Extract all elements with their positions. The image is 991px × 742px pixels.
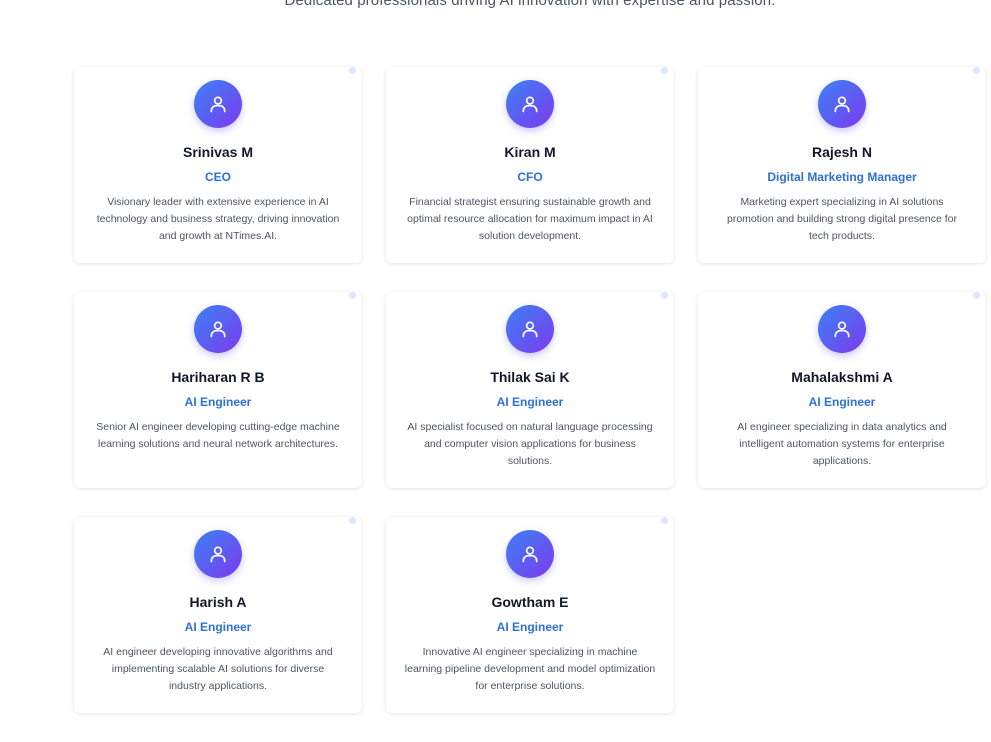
member-name: Gowtham E [491, 594, 569, 610]
avatar [194, 530, 242, 578]
decor-dot [349, 517, 356, 524]
user-icon [210, 96, 226, 113]
avatar [194, 305, 242, 353]
user-icon [210, 321, 226, 338]
member-bio: Visionary leader with extensive experien… [96, 196, 340, 242]
member-bio: AI engineer developing innovative algori… [103, 646, 333, 692]
team-card-harish-a: Harish A AI Engineer AI engineer develop… [74, 517, 362, 713]
member-role: AI Engineer [496, 395, 564, 409]
avatar [818, 305, 866, 353]
avatar [506, 530, 554, 578]
decor-dot [349, 292, 356, 299]
avatar [818, 80, 866, 128]
avatar [194, 80, 242, 128]
member-role: AI Engineer [808, 395, 876, 409]
member-bio: Senior AI engineer developing cutting-ed… [96, 421, 340, 450]
decor-dot [661, 67, 668, 74]
team-card-hariharan-r-b: Hariharan R B AI Engineer Senior AI engi… [74, 292, 362, 488]
member-bio: Innovative AI engineer specializing in m… [404, 646, 656, 692]
user-icon [522, 96, 538, 113]
member-name: Thilak Sai K [490, 369, 570, 385]
member-role: AI Engineer [184, 395, 252, 409]
team-section: Dedicated professionals driving AI innov… [0, 0, 991, 742]
member-name: Mahalakshmi A [791, 369, 893, 385]
member-name: Kiran M [504, 144, 556, 160]
user-icon [834, 321, 850, 338]
team-card-gowtham-e: Gowtham E AI Engineer Innovative AI engi… [386, 517, 674, 713]
member-role: AI Engineer [496, 620, 564, 634]
member-name: Harish A [189, 594, 247, 610]
avatar [506, 80, 554, 128]
team-card-rajesh-n: Rajesh N Digital Marketing Manager Marke… [698, 67, 986, 263]
decor-dot [661, 292, 668, 299]
decor-dot [973, 292, 980, 299]
member-bio: Financial strategist ensuring sustainabl… [407, 196, 653, 242]
decor-dot [973, 67, 980, 74]
member-bio: AI engineer specializing in data analyti… [737, 421, 947, 467]
decor-dot [661, 517, 668, 524]
team-card-srinivas-m: Srinivas M CEO Visionary leader with ext… [74, 67, 362, 263]
member-name: Hariharan R B [171, 369, 265, 385]
team-card-mahalakshmi-a: Mahalakshmi A AI Engineer AI engineer sp… [698, 292, 986, 488]
member-name: Srinivas M [182, 144, 254, 160]
member-bio: AI specialist focused on natural languag… [407, 421, 653, 467]
member-role: CFO [517, 170, 543, 184]
member-name: Rajesh N [812, 144, 872, 160]
user-icon [522, 321, 538, 338]
team-card-thilak-sai-k: Thilak Sai K AI Engineer AI specialist f… [386, 292, 674, 488]
member-role: Digital Marketing Manager [767, 170, 917, 184]
team-card-kiran-m: Kiran M CFO Financial strategist ensurin… [386, 67, 674, 263]
member-role: AI Engineer [184, 620, 252, 634]
member-role: CEO [204, 170, 231, 184]
user-icon [834, 96, 850, 113]
avatar [506, 305, 554, 353]
decor-dot [349, 67, 356, 74]
user-icon [522, 546, 538, 563]
user-icon [210, 546, 226, 563]
team-grid: Srinivas M CEO Visionary leader with ext… [74, 67, 986, 713]
section-subtitle: Dedicated professionals driving AI innov… [284, 0, 776, 9]
member-bio: Marketing expert specializing in AI solu… [727, 196, 957, 242]
